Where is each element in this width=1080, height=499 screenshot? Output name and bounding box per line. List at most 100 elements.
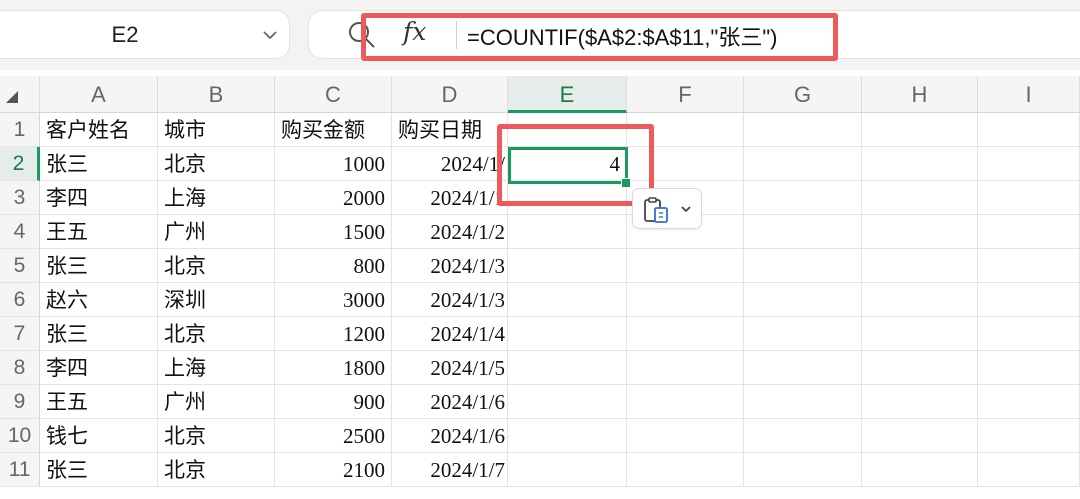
cell-i7[interactable] bbox=[978, 317, 1080, 351]
cell-g8[interactable] bbox=[744, 351, 862, 385]
row-header-1[interactable]: 1 bbox=[0, 113, 40, 147]
cell-g1[interactable] bbox=[744, 113, 862, 147]
cell-f7[interactable] bbox=[627, 317, 744, 351]
cell-i8[interactable] bbox=[978, 351, 1080, 385]
cell-d10[interactable]: 2024/1/6 bbox=[392, 419, 508, 453]
name-box[interactable]: E2 bbox=[0, 10, 290, 59]
cell-g7[interactable] bbox=[744, 317, 862, 351]
cell-h10[interactable] bbox=[862, 419, 978, 453]
column-header-e[interactable]: E bbox=[508, 76, 627, 113]
name-box-value[interactable]: E2 bbox=[0, 11, 250, 58]
cell-b7[interactable]: 北京 bbox=[158, 317, 275, 351]
cell-c3[interactable]: 2000 bbox=[275, 181, 392, 215]
cell-c7[interactable]: 1200 bbox=[275, 317, 392, 351]
column-header-a[interactable]: A bbox=[40, 76, 158, 113]
cell-i9[interactable] bbox=[978, 385, 1080, 419]
cell-e4[interactable] bbox=[508, 215, 627, 249]
cell-a9[interactable]: 王五 bbox=[40, 385, 158, 419]
cell-b5[interactable]: 北京 bbox=[158, 249, 275, 283]
cell-h4[interactable] bbox=[862, 215, 978, 249]
cell-i1[interactable] bbox=[978, 113, 1080, 147]
cell-c8[interactable]: 1800 bbox=[275, 351, 392, 385]
cell-b10[interactable]: 北京 bbox=[158, 419, 275, 453]
row-header-3[interactable]: 3 bbox=[0, 181, 40, 215]
cell-a10[interactable]: 钱七 bbox=[40, 419, 158, 453]
row-header-10[interactable]: 10 bbox=[0, 419, 40, 453]
cell-e6[interactable] bbox=[508, 283, 627, 317]
cell-h5[interactable] bbox=[862, 249, 978, 283]
cell-d11[interactable]: 2024/1/7 bbox=[392, 453, 508, 487]
cell-c5[interactable]: 800 bbox=[275, 249, 392, 283]
cell-f6[interactable] bbox=[627, 283, 744, 317]
cell-a6[interactable]: 赵六 bbox=[40, 283, 158, 317]
cell-b3[interactable]: 上海 bbox=[158, 181, 275, 215]
column-header-i[interactable]: I bbox=[978, 76, 1080, 113]
cell-d5[interactable]: 2024/1/3 bbox=[392, 249, 508, 283]
cell-i11[interactable] bbox=[978, 453, 1080, 487]
cell-g2[interactable] bbox=[744, 147, 862, 181]
cell-b9[interactable]: 广州 bbox=[158, 385, 275, 419]
cell-c6[interactable]: 3000 bbox=[275, 283, 392, 317]
cell-a7[interactable]: 张三 bbox=[40, 317, 158, 351]
cell-a3[interactable]: 李四 bbox=[40, 181, 158, 215]
cell-f5[interactable] bbox=[627, 249, 744, 283]
cell-h11[interactable] bbox=[862, 453, 978, 487]
cell-b11[interactable]: 北京 bbox=[158, 453, 275, 487]
cell-i3[interactable] bbox=[978, 181, 1080, 215]
cell-g4[interactable] bbox=[744, 215, 862, 249]
cell-b6[interactable]: 深圳 bbox=[158, 283, 275, 317]
cell-g9[interactable] bbox=[744, 385, 862, 419]
cell-h7[interactable] bbox=[862, 317, 978, 351]
cell-d3[interactable]: 2024/1/1 bbox=[392, 181, 508, 215]
cell-h1[interactable] bbox=[862, 113, 978, 147]
cell-a2[interactable]: 张三 bbox=[40, 147, 158, 181]
cell-b2[interactable]: 北京 bbox=[158, 147, 275, 181]
select-all-icon[interactable] bbox=[6, 91, 18, 103]
cell-f10[interactable] bbox=[627, 419, 744, 453]
cell-g3[interactable] bbox=[744, 181, 862, 215]
row-header-7[interactable]: 7 bbox=[0, 317, 40, 351]
cell-i6[interactable] bbox=[978, 283, 1080, 317]
cell-g5[interactable] bbox=[744, 249, 862, 283]
cell-h3[interactable] bbox=[862, 181, 978, 215]
cell-a4[interactable]: 王五 bbox=[40, 215, 158, 249]
cell-e9[interactable] bbox=[508, 385, 627, 419]
cell-h9[interactable] bbox=[862, 385, 978, 419]
cell-a1[interactable]: 客户姓名 bbox=[40, 113, 158, 147]
chevron-down-icon[interactable] bbox=[262, 27, 278, 43]
column-header-c[interactable]: C bbox=[275, 76, 392, 113]
cell-h8[interactable] bbox=[862, 351, 978, 385]
cell-c9[interactable]: 900 bbox=[275, 385, 392, 419]
row-header-6[interactable]: 6 bbox=[0, 283, 40, 317]
cell-i5[interactable] bbox=[978, 249, 1080, 283]
cell-b1[interactable]: 城市 bbox=[158, 113, 275, 147]
cell-c2[interactable]: 1000 bbox=[275, 147, 392, 181]
cell-g6[interactable] bbox=[744, 283, 862, 317]
column-header-f[interactable]: F bbox=[627, 76, 744, 113]
cell-e10[interactable] bbox=[508, 419, 627, 453]
row-header-2[interactable]: 2 bbox=[0, 147, 40, 181]
cell-f9[interactable] bbox=[627, 385, 744, 419]
cell-c10[interactable]: 2500 bbox=[275, 419, 392, 453]
row-header-5[interactable]: 5 bbox=[0, 249, 40, 283]
cell-d2[interactable]: 2024/1/ bbox=[392, 147, 508, 181]
cell-a11[interactable]: 张三 bbox=[40, 453, 158, 487]
cell-d4[interactable]: 2024/1/2 bbox=[392, 215, 508, 249]
cell-d6[interactable]: 2024/1/3 bbox=[392, 283, 508, 317]
cell-e5[interactable] bbox=[508, 249, 627, 283]
column-header-h[interactable]: H bbox=[862, 76, 978, 113]
row-header-11[interactable]: 11 bbox=[0, 453, 40, 487]
cell-g10[interactable] bbox=[744, 419, 862, 453]
cell-c11[interactable]: 2100 bbox=[275, 453, 392, 487]
cell-h6[interactable] bbox=[862, 283, 978, 317]
cell-c1[interactable]: 购买金额 bbox=[275, 113, 392, 147]
cell-e7[interactable] bbox=[508, 317, 627, 351]
row-header-8[interactable]: 8 bbox=[0, 351, 40, 385]
column-header-d[interactable]: D bbox=[392, 76, 508, 113]
column-header-b[interactable]: B bbox=[158, 76, 275, 113]
cell-c4[interactable]: 1500 bbox=[275, 215, 392, 249]
column-header-g[interactable]: G bbox=[744, 76, 862, 113]
row-header-4[interactable]: 4 bbox=[0, 215, 40, 249]
cell-a8[interactable]: 李四 bbox=[40, 351, 158, 385]
cell-d1[interactable]: 购买日期 bbox=[392, 113, 508, 147]
